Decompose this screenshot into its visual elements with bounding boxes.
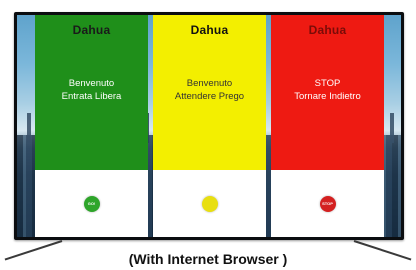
panel-stop-bottom: STOP [271, 170, 384, 237]
panel-wait-top: Dahua Benvenuto Attendere Prego [153, 15, 266, 170]
panel-stop-line1: STOP [314, 78, 341, 89]
panel-stop-brand: Dahua [308, 23, 347, 37]
go-badge-icon: GO! [83, 195, 100, 212]
panel-go-line2: Entrata Libera [61, 91, 122, 102]
panel-stop-line2: Tornare Indietro [294, 91, 361, 102]
panel-go-line1: Benvenuto [68, 78, 115, 89]
tv-monitor: Dahua Benvenuto Entrata Libera GO! Dahua… [14, 12, 404, 240]
stop-sign-icon: STOP [319, 195, 336, 212]
panel-go-brand: Dahua [72, 23, 111, 37]
panel-wait-bottom [153, 170, 266, 237]
wait-badge-icon [201, 195, 218, 212]
panel-stop: Dahua STOP Tornare Indietro STOP [271, 15, 384, 237]
panel-go: Dahua Benvenuto Entrata Libera GO! [35, 15, 148, 237]
panel-wait-brand: Dahua [190, 23, 229, 37]
panel-stop-top: Dahua STOP Tornare Indietro [271, 15, 384, 170]
panel-wait-line2: Attendere Prego [174, 91, 245, 102]
caption: (With Internet Browser ) [128, 251, 288, 267]
panel-go-top: Dahua Benvenuto Entrata Libera [35, 15, 148, 170]
panel-wait-message: Benvenuto Attendere Prego [153, 77, 266, 103]
panel-wait-line1: Benvenuto [186, 78, 233, 89]
panel-go-message: Benvenuto Entrata Libera [35, 77, 148, 103]
panel-go-bottom: GO! [35, 170, 148, 237]
panel-wait: Dahua Benvenuto Attendere Prego [153, 15, 266, 237]
panel-stop-message: STOP Tornare Indietro [271, 77, 384, 103]
tv-screen: Dahua Benvenuto Entrata Libera GO! Dahua… [17, 15, 401, 237]
